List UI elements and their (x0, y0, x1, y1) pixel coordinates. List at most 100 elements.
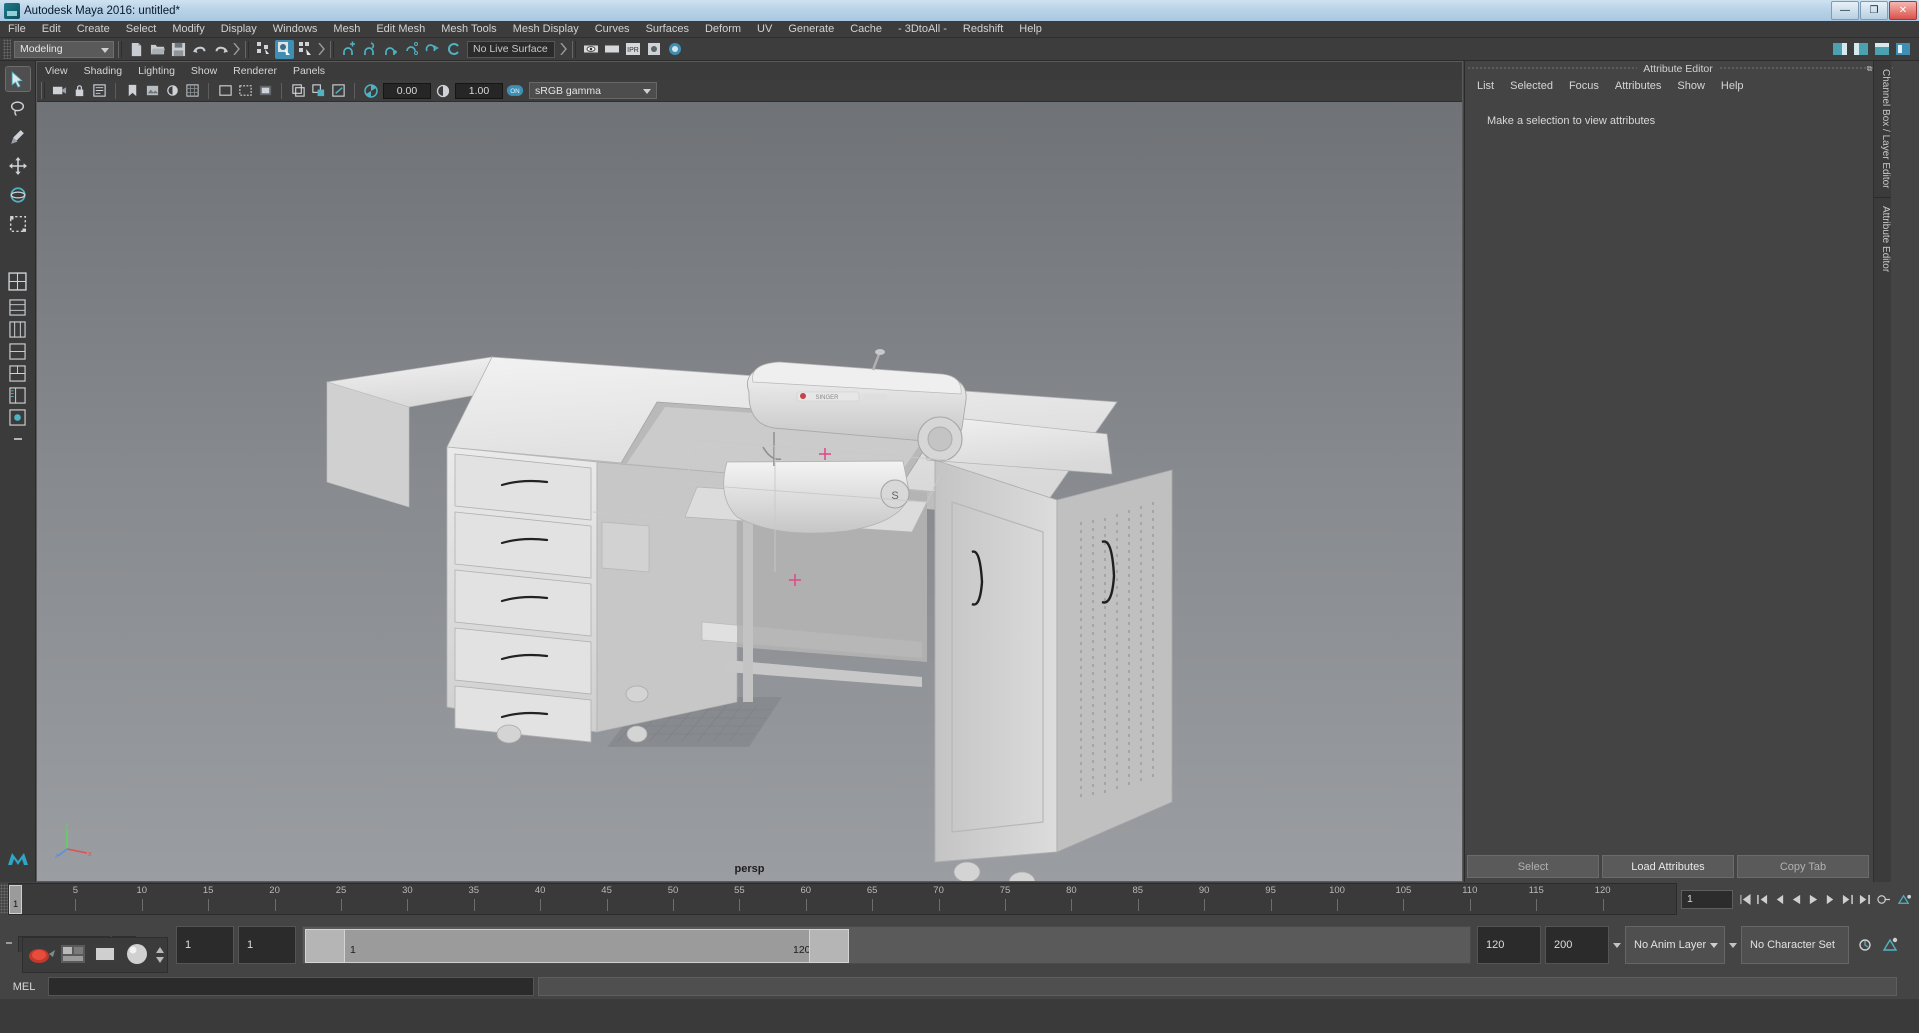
open-scene-icon[interactable] (148, 40, 167, 59)
shelf-scroll-arrows[interactable] (155, 946, 165, 964)
layout-persp-outliner[interactable] (8, 385, 28, 405)
ae-menu-help[interactable]: Help (1713, 78, 1752, 95)
lasso-tool[interactable] (5, 95, 31, 121)
panel-menu-view[interactable]: View (37, 63, 76, 80)
step-forward-frame-icon[interactable] (1822, 890, 1839, 909)
select-by-object-icon[interactable] (275, 39, 294, 59)
side-tab-channel-box[interactable]: Channel Box / Layer Editor (1874, 61, 1891, 197)
play-forwards-icon[interactable] (1805, 890, 1822, 909)
snap-to-grid-icon[interactable] (339, 40, 358, 59)
range-handle-right[interactable] (809, 929, 849, 963)
save-scene-icon[interactable] (169, 40, 188, 59)
make-live-icon[interactable] (444, 40, 463, 59)
film-gate-icon[interactable] (216, 82, 234, 100)
toolbar-grip[interactable] (3, 39, 11, 59)
xray-joints-icon[interactable] (309, 82, 327, 100)
select-tool[interactable] (4, 66, 31, 92)
snap-to-view-plane-icon[interactable] (423, 40, 442, 59)
layout-four-view[interactable] (8, 297, 28, 317)
hypershade-icon[interactable] (665, 40, 684, 59)
layout-two-pane-side[interactable] (8, 319, 28, 339)
step-back-frame-icon[interactable] (1771, 890, 1788, 909)
menu-windows[interactable]: Windows (265, 21, 326, 37)
auto-key-icon[interactable] (1873, 890, 1893, 909)
panel-menu-lighting[interactable]: Lighting (130, 63, 183, 80)
lock-camera-icon[interactable] (70, 82, 88, 100)
playback-end-field[interactable]: 120 (1477, 926, 1541, 964)
color-management-toggle-icon[interactable]: ON (506, 82, 524, 100)
range-start-field[interactable]: 1 (238, 926, 296, 964)
snap-to-curve-icon[interactable] (360, 40, 379, 59)
snap-to-projected-center-icon[interactable] (402, 40, 421, 59)
image-plane-icon[interactable] (143, 82, 161, 100)
layout-hypershade[interactable] (8, 407, 28, 427)
menu-create[interactable]: Create (69, 21, 118, 37)
panel-menu-panels[interactable]: Panels (285, 63, 333, 80)
viewport-3d-scene[interactable]: S SINGER y x z persp (37, 102, 1462, 881)
character-set-selector[interactable]: No Character Set (1741, 926, 1849, 964)
range-slider-track[interactable]: 1 120 (302, 926, 1471, 964)
gate-mask-icon[interactable] (256, 82, 274, 100)
exposure-field[interactable]: 0.00 (383, 82, 431, 99)
menu-cache[interactable]: Cache (842, 21, 890, 37)
turtle-bake-icon[interactable] (58, 940, 88, 970)
two-sided-lighting-icon[interactable] (163, 82, 181, 100)
color-management-selector[interactable]: sRGB gamma (529, 82, 657, 99)
paint-select-tool[interactable] (5, 124, 31, 150)
live-surface-field[interactable]: No Live Surface (467, 40, 555, 58)
menu-generate[interactable]: Generate (780, 21, 842, 37)
anim-layer-selector[interactable]: No Anim Layer (1625, 926, 1725, 964)
ae-menu-list[interactable]: List (1469, 78, 1502, 95)
side-tab-attribute-editor[interactable]: Attribute Editor (1874, 196, 1891, 280)
render-current-frame-icon[interactable] (602, 40, 621, 59)
anim-layer-chevron-icon[interactable] (1725, 942, 1741, 949)
toolbox-toggle-icon[interactable] (1893, 40, 1912, 59)
minimize-button[interactable]: — (1831, 1, 1859, 20)
animation-preferences-icon-2[interactable] (1881, 936, 1899, 954)
turtle-sphere-icon[interactable] (122, 940, 152, 970)
menu-3dtoall[interactable]: - 3DtoAll - (890, 21, 955, 37)
toolbar-collapse-right-icon-2[interactable] (316, 41, 326, 58)
turtle-render-icon[interactable] (26, 940, 56, 970)
range-options-chevron-icon[interactable] (1609, 942, 1625, 949)
menu-set-selector[interactable]: Modeling (14, 40, 114, 58)
camera-attributes-icon[interactable] (90, 82, 108, 100)
ae-menu-selected[interactable]: Selected (1502, 78, 1561, 95)
rotate-tool[interactable] (5, 182, 31, 208)
grid-toggle-icon[interactable] (183, 82, 201, 100)
step-back-keyframe-icon[interactable] (1754, 890, 1771, 909)
menu-curves[interactable]: Curves (587, 21, 638, 37)
sidebar-toggle-icon[interactable] (1830, 40, 1849, 59)
menu-redshift[interactable]: Redshift (955, 21, 1011, 37)
bookmark-icon[interactable] (123, 82, 141, 100)
auto-keyframe-icon[interactable] (1857, 936, 1875, 954)
attribute-editor-toggle-icon[interactable] (1851, 40, 1870, 59)
menu-mesh[interactable]: Mesh (325, 21, 368, 37)
toolbar-collapse-right-icon-3[interactable] (558, 41, 568, 58)
play-backwards-icon[interactable] (1788, 890, 1805, 909)
panel-menu-renderer[interactable]: Renderer (225, 63, 285, 80)
maximize-button[interactable]: ❐ (1860, 1, 1888, 20)
animation-preferences-icon[interactable] (1893, 890, 1915, 909)
menu-select[interactable]: Select (118, 21, 165, 37)
anim-end-field[interactable]: 200 (1545, 926, 1609, 964)
ae-menu-focus[interactable]: Focus (1561, 78, 1607, 95)
undo-icon[interactable] (190, 40, 209, 59)
ipr-render-icon[interactable]: IPR (623, 40, 642, 59)
toolbar-collapse-right-icon[interactable] (231, 41, 241, 58)
layout-three-top-split[interactable] (8, 363, 28, 383)
menu-mesh-tools[interactable]: Mesh Tools (433, 21, 504, 37)
show-hide-render-view-icon[interactable] (581, 40, 600, 59)
go-to-start-icon[interactable] (1737, 890, 1754, 909)
xray-icon[interactable] (289, 82, 307, 100)
scale-tool[interactable] (5, 211, 31, 237)
select-by-hierarchy-icon[interactable] (254, 40, 273, 59)
isolate-select-icon[interactable] (329, 82, 347, 100)
panel-menu-shading[interactable]: Shading (76, 63, 131, 80)
viewport-toolbar-grip[interactable] (41, 82, 45, 99)
shelf-toggle-grip[interactable] (0, 919, 18, 971)
menu-mesh-display[interactable]: Mesh Display (505, 21, 587, 37)
select-camera-icon[interactable] (50, 82, 68, 100)
current-frame-field[interactable]: 1 (1681, 889, 1733, 909)
new-scene-icon[interactable] (127, 40, 146, 59)
